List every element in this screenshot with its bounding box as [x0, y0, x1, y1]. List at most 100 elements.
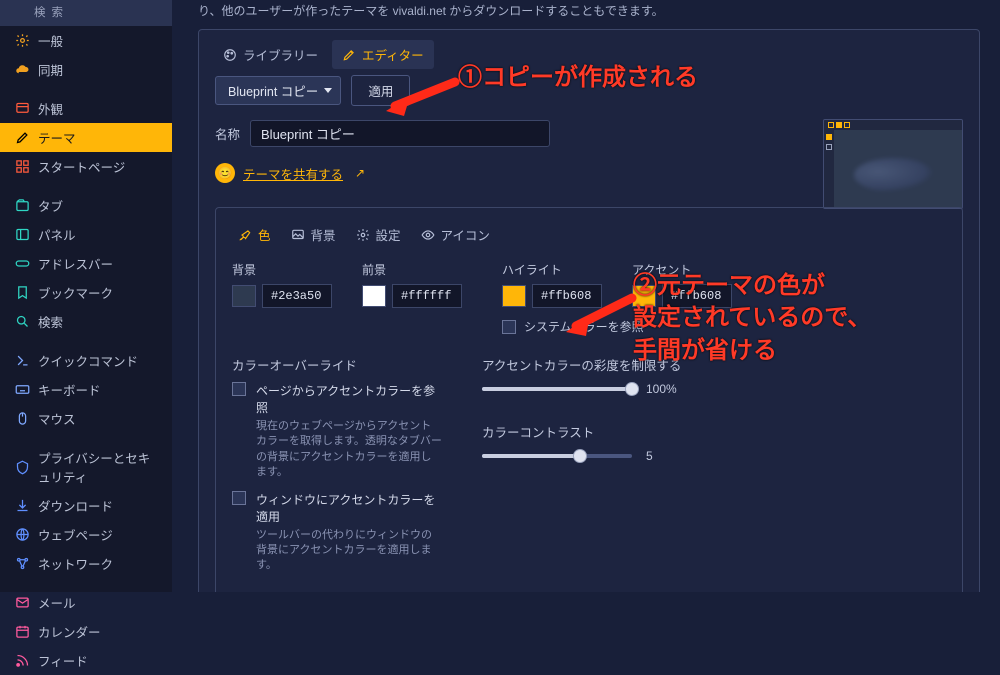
fg-color-swatch[interactable]: [362, 285, 386, 307]
mail-icon: [14, 595, 30, 611]
sidebar-item-addressbar[interactable]: アドレスバー: [0, 249, 172, 278]
override-opt1-desc: 現在のウェブページからアクセントカラーを取得します。透明なタブバーの背景にアクセ…: [256, 419, 442, 481]
sidebar-item-tab[interactable]: タブ: [0, 191, 172, 220]
eye-icon: [421, 228, 435, 242]
panel-tabbar: ライブラリー エディター: [199, 30, 979, 75]
saturation-title: アクセントカラーの彩度を制限する: [482, 355, 946, 374]
theme-editor-panel: ライブラリー エディター Blueprint コピー: [198, 29, 980, 592]
sidebar-item-label: 同期: [38, 60, 63, 79]
fg-color-label: 前景: [362, 261, 462, 278]
bookmark-icon: [14, 285, 30, 301]
bg-color-swatch[interactable]: [232, 285, 256, 307]
sidebar-item-download[interactable]: ダウンロード: [0, 491, 172, 520]
main-area: り、他のユーザーが作ったテーマを vivaldi.net からダウンロードするこ…: [172, 0, 1000, 592]
webpage-icon: [14, 527, 30, 543]
system-color-checkbox[interactable]: [502, 320, 516, 334]
subtab-color-label: 色: [258, 225, 271, 244]
saturation-value: 100%: [646, 382, 696, 396]
sidebar-item-cloud[interactable]: 同期: [0, 55, 172, 84]
share-theme-link[interactable]: テーマを共有する: [243, 164, 343, 183]
subtab-color[interactable]: 色: [232, 222, 277, 247]
theme-select-dropdown[interactable]: Blueprint コピー: [215, 76, 341, 105]
sidebar-item-feed[interactable]: フィード: [0, 646, 172, 675]
fg-color-hex[interactable]: [392, 284, 462, 308]
sidebar-item-label: 外観: [38, 99, 63, 118]
sidebar-item-label: パネル: [38, 225, 76, 244]
override-page-accent-checkbox[interactable]: [232, 382, 246, 396]
sidebar-search: 検索: [0, 0, 172, 26]
color-group-bg-fg: 背景 前景: [232, 261, 462, 335]
chevron-down-icon: [324, 88, 332, 93]
contrast-title: カラーコントラスト: [482, 422, 946, 441]
sidebar-item-appearance[interactable]: 外観: [0, 94, 172, 123]
override-opt2-desc: ツールバーの代わりにウィンドウの背景にアクセントカラーを適用します。: [256, 528, 442, 574]
sidebar-item-quickcmd[interactable]: クイックコマンド: [0, 346, 172, 375]
search-icon: [14, 314, 30, 330]
sidebar-item-startpage[interactable]: スタートページ: [0, 152, 172, 181]
sidebar-item-keyboard[interactable]: キーボード: [0, 375, 172, 404]
sidebar-item-label: 検索: [38, 312, 63, 331]
sidebar-item-panel[interactable]: パネル: [0, 220, 172, 249]
override-opt1-title: ページからアクセントカラーを参照: [256, 382, 442, 416]
ac-color-label: アクセント: [632, 261, 732, 278]
color-settings-panel: 色 背景 設定 アイコ: [215, 207, 963, 592]
sidebar-item-search[interactable]: 検索: [0, 307, 172, 336]
subtab-background[interactable]: 背景: [285, 222, 342, 247]
hl-color-swatch[interactable]: [502, 285, 526, 307]
startpage-icon: [14, 159, 30, 175]
apply-button[interactable]: 適用: [351, 75, 410, 106]
theme-preview: [823, 119, 963, 209]
subtab-background-label: 背景: [311, 225, 336, 244]
sidebar-item-label: ネットワーク: [38, 554, 113, 573]
sidebar-item-gear[interactable]: 一般: [0, 26, 172, 55]
sidebar-item-calendar[interactable]: カレンダー: [0, 617, 172, 646]
sidebar-item-label: スタートページ: [38, 157, 125, 176]
gear-icon: [14, 33, 30, 49]
tab-editor[interactable]: エディター: [332, 40, 434, 69]
sidebar-item-label: 一般: [38, 31, 63, 50]
sidebar: 検索 一般同期外観テーマスタートページタブパネルアドレスバーブックマーク検索クイ…: [0, 0, 172, 592]
contrast-slider[interactable]: [482, 454, 632, 458]
override-window-accent-checkbox[interactable]: [232, 491, 246, 505]
sidebar-item-label: タブ: [38, 196, 63, 215]
saturation-slider[interactable]: [482, 387, 632, 391]
theme-name-input[interactable]: [250, 120, 550, 147]
sidebar-item-bookmark[interactable]: ブックマーク: [0, 278, 172, 307]
hl-color-hex[interactable]: [532, 284, 602, 308]
name-label: 名称: [215, 124, 240, 143]
appearance-icon: [14, 101, 30, 117]
intro-text: り、他のユーザーが作ったテーマを vivaldi.net からダウンロードするこ…: [198, 0, 980, 29]
keyboard-icon: [14, 382, 30, 398]
panel-icon: [14, 227, 30, 243]
tab-library[interactable]: ライブラリー: [213, 40, 328, 69]
sidebar-item-network[interactable]: ネットワーク: [0, 549, 172, 578]
sidebar-item-webpage[interactable]: ウェブページ: [0, 520, 172, 549]
sidebar-item-label: メール: [38, 593, 76, 612]
sidebar-item-mouse[interactable]: マウス: [0, 404, 172, 433]
share-emoji-icon: 😊: [215, 163, 235, 183]
subtab-icon[interactable]: アイコン: [415, 222, 496, 247]
sidebar-item-privacy[interactable]: プライバシーとセキュリティ: [0, 443, 172, 491]
palette-icon: [223, 48, 237, 62]
subtab-settings[interactable]: 設定: [350, 222, 407, 247]
sidebar-item-theme[interactable]: テーマ: [0, 123, 172, 152]
color-group-hl-ac: ハイライト アクセント: [502, 261, 732, 335]
subtab-icon-label: アイコン: [441, 225, 490, 244]
external-link-icon: ↗: [355, 166, 365, 180]
sidebar-item-label: アドレスバー: [38, 254, 113, 273]
sidebar-item-mail[interactable]: メール: [0, 588, 172, 617]
sidebar-item-label: フィード: [38, 651, 88, 670]
theme-icon: [14, 130, 30, 146]
ac-color-hex[interactable]: [662, 284, 732, 308]
mouse-icon: [14, 411, 30, 427]
sidebar-item-label: カレンダー: [38, 622, 101, 641]
bg-color-hex[interactable]: [262, 284, 332, 308]
ac-color-swatch[interactable]: [632, 285, 656, 307]
addressbar-icon: [14, 256, 30, 272]
system-color-label: システムカラーを参照: [524, 318, 644, 335]
download-icon: [14, 498, 30, 514]
tab-editor-label: エディター: [362, 45, 424, 64]
sidebar-item-label: ブックマーク: [38, 283, 113, 302]
override-title: カラーオーバーライド: [232, 355, 442, 374]
network-icon: [14, 556, 30, 572]
